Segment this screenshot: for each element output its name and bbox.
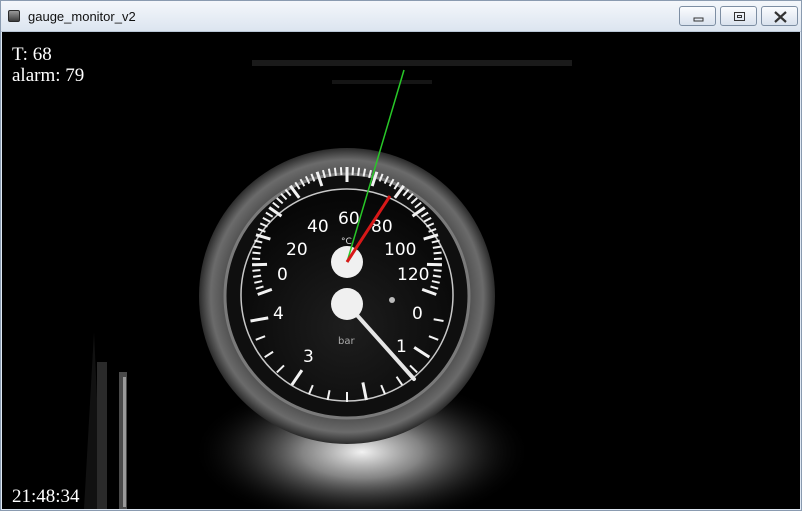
upper-scale-label: 20 xyxy=(286,240,308,260)
gauge: 0 20 40 60 80 100 120 °C 4 3 1 0 bar xyxy=(199,148,495,444)
upper-tick xyxy=(253,274,262,278)
minimize-icon xyxy=(693,17,704,22)
timestamp: 21:48:34 xyxy=(12,486,80,507)
upper-tick xyxy=(252,251,261,255)
upper-scale-label: 0 xyxy=(277,265,288,285)
upper-scale-label: 120 xyxy=(397,265,429,285)
close-button[interactable] xyxy=(761,6,798,26)
upper-tick xyxy=(432,245,441,249)
upper-scale-label: 40 xyxy=(307,217,329,237)
upper-scale-label: 60 xyxy=(338,209,360,229)
minimize-button[interactable] xyxy=(679,6,716,26)
upper-scale-label: 100 xyxy=(384,240,416,260)
temperature-readout: T: 68 xyxy=(12,44,52,65)
camera-frame: 0 20 40 60 80 100 120 °C 4 3 1 0 bar xyxy=(2,32,800,509)
lower-scale-label: 1 xyxy=(396,337,407,357)
title-bar[interactable]: gauge_monitor_v2 xyxy=(1,1,801,32)
upper-tick xyxy=(339,167,343,176)
window-title: gauge_monitor_v2 xyxy=(28,9,136,24)
lower-scale-unit: bar xyxy=(338,336,355,347)
maximize-button[interactable] xyxy=(720,6,757,26)
camera-view: 0 20 40 60 80 100 120 °C 4 3 1 0 bar T: … xyxy=(2,32,800,509)
lower-scale-label: 4 xyxy=(273,304,284,324)
pressure-needle-hub xyxy=(331,288,363,320)
upper-tick xyxy=(252,269,261,272)
upper-tick xyxy=(433,269,442,272)
upper-tick xyxy=(433,251,442,255)
maximize-icon xyxy=(734,12,745,21)
lower-scale-label: 0 xyxy=(412,304,423,324)
upper-scale-unit: °C xyxy=(341,237,352,247)
upper-tick xyxy=(357,167,361,176)
upper-tick xyxy=(333,167,337,176)
upper-tick xyxy=(351,167,355,176)
close-icon xyxy=(774,11,787,23)
app-window: gauge_monitor_v2 0 20 40 60 80 100 120 °… xyxy=(0,0,802,511)
upper-tick xyxy=(432,274,441,278)
app-icon xyxy=(8,10,20,22)
alarm-readout: alarm: 79 xyxy=(12,65,85,86)
lower-scale-label: 3 xyxy=(303,347,314,367)
upper-tick xyxy=(253,245,262,249)
